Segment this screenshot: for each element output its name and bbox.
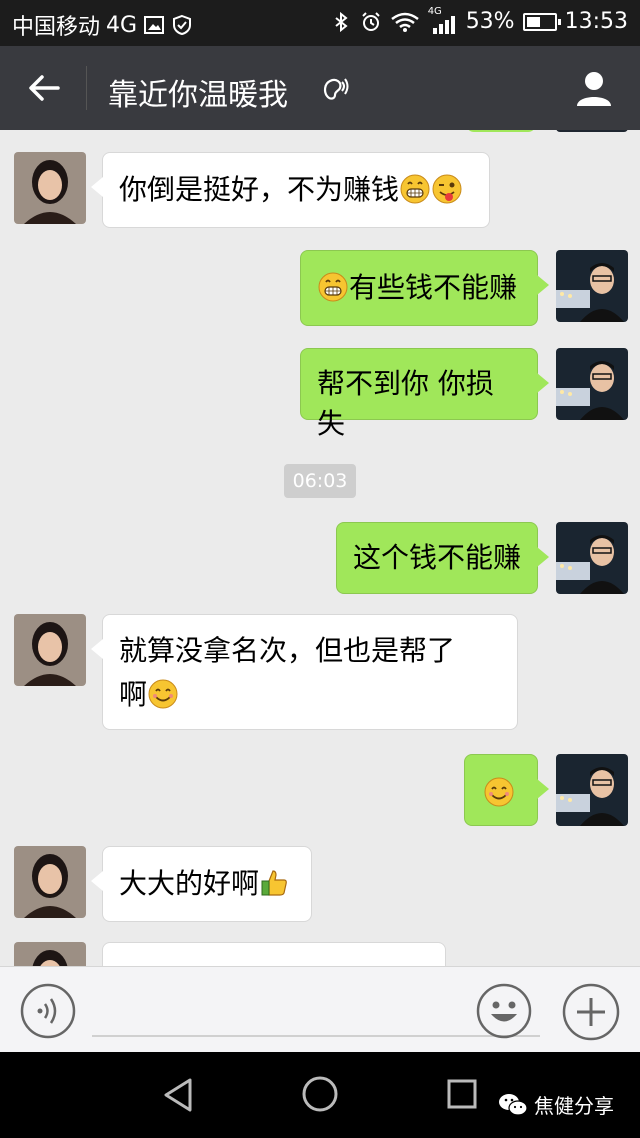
input-bar (0, 966, 640, 1052)
nav-recent-apps-icon[interactable] (446, 1078, 478, 1110)
contact-avatar[interactable] (14, 614, 86, 686)
grin-emoji-icon (400, 174, 430, 204)
watermark: 焦健分享 (498, 1090, 614, 1119)
bluetooth-icon (335, 11, 348, 32)
battery-percent: 53% (465, 9, 515, 34)
chat-area[interactable]: 你倒是挺好，不为赚钱 有些钱不能赚 帮不到你 你损失 06:03 这个钱不能赚 (0, 130, 640, 966)
chat-header: 靠近你温暖我 (0, 46, 640, 130)
system-nav-bar: 焦健分享 (0, 1052, 640, 1138)
image-notification-icon (144, 16, 165, 34)
my-avatar[interactable] (556, 754, 628, 826)
message-bubble[interactable]: 有些钱不能赚 (300, 250, 549, 326)
earpiece-mode-icon (323, 78, 349, 100)
header-divider (86, 66, 87, 110)
message-input[interactable] (92, 981, 540, 1037)
message-bubble[interactable]: 帮不到你 你损失 (300, 348, 549, 440)
alarm-icon (361, 11, 380, 31)
watermark-text: 焦健分享 (534, 1094, 614, 1118)
clock: 13:53 (564, 9, 628, 34)
battery-icon (522, 12, 561, 31)
message-text: 帮不到你 你损失 (317, 367, 494, 440)
my-avatar[interactable] (556, 522, 628, 594)
partial-message-bubble (466, 130, 536, 132)
status-bar: 中国移动 4G 4G 53% 13:53 (0, 0, 640, 46)
message-text-line: 就算没拿名次，但也是帮了 (119, 634, 456, 667)
message-bubble[interactable] (464, 754, 549, 826)
wechat-logo-icon (499, 1093, 528, 1116)
back-arrow-icon[interactable] (24, 68, 64, 108)
message-bubble[interactable] (102, 942, 446, 966)
smile-emoji-icon (148, 679, 178, 709)
nav-home-icon[interactable] (300, 1074, 340, 1114)
message-bubble[interactable]: 大大的好啊 (91, 846, 312, 922)
message-text: 有些钱不能赚 (349, 271, 518, 304)
message-text: 大大的好啊 (119, 867, 260, 900)
battery-fill (526, 16, 541, 27)
smile-emoji-icon (484, 777, 514, 807)
my-avatar[interactable] (556, 348, 628, 420)
person-icon[interactable] (574, 68, 614, 108)
shield-icon (173, 14, 192, 36)
message-text-line: 啊 (119, 678, 148, 711)
message-text: 这个钱不能赚 (353, 541, 522, 574)
contact-avatar[interactable] (14, 846, 86, 918)
message-bubble[interactable]: 这个钱不能赚 (336, 522, 549, 594)
voice-icon[interactable] (20, 983, 76, 1039)
message-text: 你倒是挺好，不为赚钱 (119, 173, 400, 206)
chat-title: 靠近你温暖我 (108, 78, 288, 113)
carrier-label: 中国移动 (12, 15, 101, 40)
contact-avatar[interactable] (14, 152, 86, 224)
contact-avatar[interactable] (14, 942, 86, 966)
message-timestamp: 06:03 (284, 464, 356, 498)
plus-icon[interactable] (562, 983, 620, 1041)
thumbs-up-emoji-icon (261, 870, 287, 896)
message-bubble[interactable]: 你倒是挺好，不为赚钱 (91, 152, 490, 228)
grin-emoji-icon (318, 272, 348, 302)
avatar-partial (556, 130, 628, 132)
my-avatar[interactable] (556, 250, 628, 322)
network-type-label: 4G (106, 12, 138, 38)
signal-strength-icon: 4G (428, 6, 458, 34)
emoji-icon[interactable] (476, 983, 532, 1039)
wifi-icon (390, 12, 419, 32)
nav-back-icon[interactable] (160, 1076, 196, 1114)
message-bubble[interactable]: 就算没拿名次，但也是帮了 啊 (91, 614, 518, 730)
wink-tongue-emoji-icon (432, 174, 462, 204)
